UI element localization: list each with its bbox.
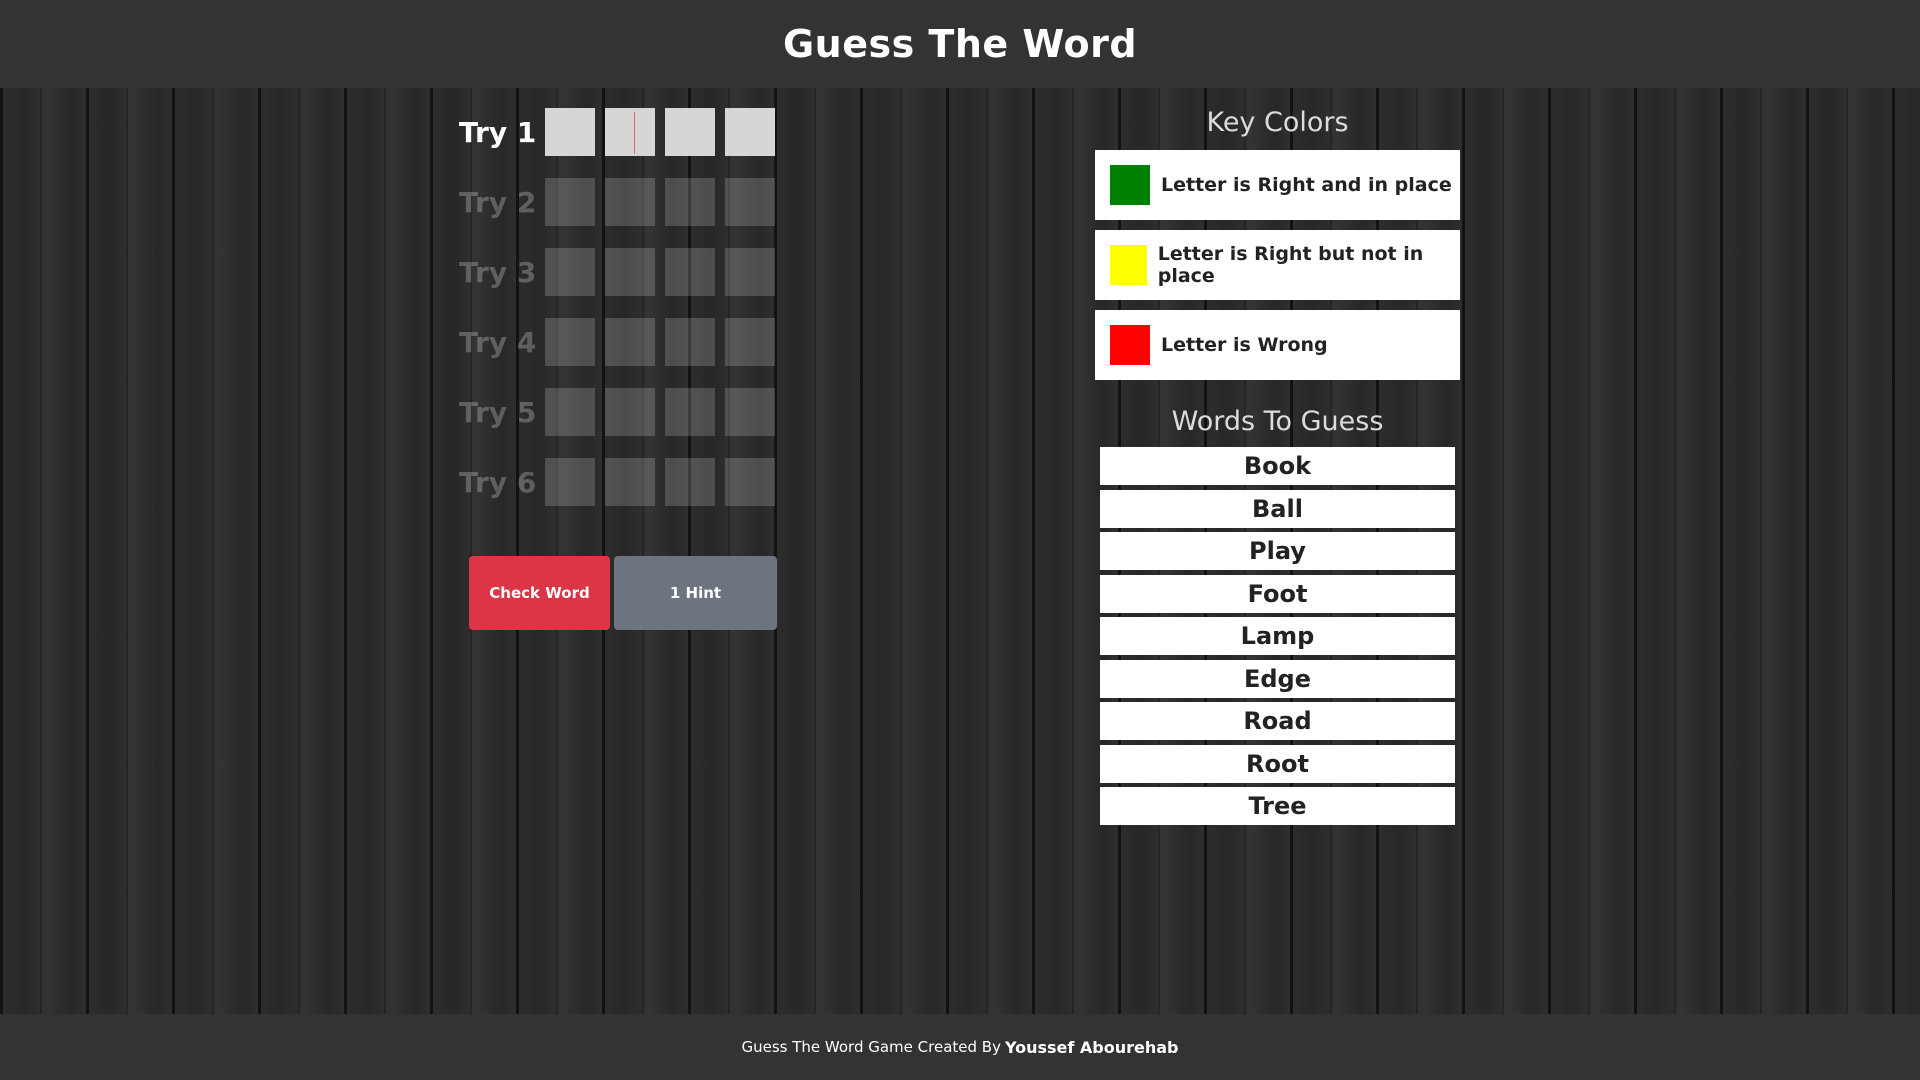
try-label: Try 4	[459, 325, 537, 359]
word-item: Play	[1100, 532, 1455, 570]
word-item: Book	[1100, 447, 1455, 485]
letter-input	[545, 178, 595, 226]
footer-author: Youssef Abourehab	[1004, 1037, 1179, 1057]
letter-input	[545, 388, 595, 436]
word-item: Foot	[1100, 574, 1455, 613]
red-swatch	[1110, 325, 1150, 365]
letter-input	[605, 388, 655, 436]
text-caret	[634, 112, 635, 154]
key-item-wrong: Letter is Wrong	[1095, 310, 1460, 380]
key-item-right-not-in-place: Letter is Right but not in place	[1095, 230, 1460, 300]
guess-area: Try 1 Try 2 Try 3 Try 4 Try 5 Try 6	[455, 106, 785, 526]
word-item: Ball	[1100, 489, 1455, 528]
letter-input[interactable]	[545, 108, 595, 156]
page-title: Guess The Word	[782, 22, 1138, 66]
try-row-2: Try 2	[455, 176, 785, 228]
letter-input	[545, 458, 595, 506]
letter-input	[545, 318, 595, 366]
key-item-right-in-place: Letter is Right and in place	[1095, 150, 1460, 220]
letter-input	[725, 178, 775, 226]
letter-input	[725, 458, 775, 506]
words-title: Words To Guess	[1171, 406, 1384, 437]
yellow-swatch	[1110, 245, 1147, 285]
word-item: Lamp	[1100, 617, 1455, 655]
page-footer: Guess The Word Game Created By Youssef A…	[0, 1014, 1920, 1080]
letter-input	[605, 318, 655, 366]
action-buttons: Check Word 1 Hint	[469, 556, 777, 630]
page-header: Guess The Word	[0, 0, 1920, 88]
letter-input[interactable]	[665, 108, 715, 156]
letter-input	[665, 318, 715, 366]
footer-text: Guess The Word Game Created By	[741, 1038, 1001, 1056]
letter-input	[725, 388, 775, 436]
word-item: Road	[1100, 702, 1455, 740]
key-colors-title: Key Colors	[1206, 107, 1349, 138]
letter-input	[665, 458, 715, 506]
green-swatch	[1110, 165, 1150, 205]
try-row-4: Try 4	[455, 316, 785, 368]
key-item-label: Letter is Right and in place	[1161, 174, 1452, 196]
try-label: Try 3	[459, 255, 537, 289]
letter-input	[665, 248, 715, 296]
word-item: Edge	[1100, 659, 1455, 698]
try-row-5: Try 5	[455, 386, 785, 438]
try-label: Try 5	[459, 395, 537, 429]
try-label: Try 1	[459, 115, 537, 149]
try-row-1: Try 1	[455, 106, 785, 158]
letter-input[interactable]	[725, 108, 775, 156]
letter-input	[605, 178, 655, 226]
key-item-label: Letter is Right but not in place	[1157, 243, 1424, 287]
letter-input	[725, 248, 775, 296]
letter-input	[665, 178, 715, 226]
letter-input	[725, 318, 775, 366]
try-row-3: Try 3	[455, 246, 785, 298]
word-item: Tree	[1100, 787, 1455, 825]
word-item: Root	[1100, 744, 1455, 783]
letter-input	[605, 248, 655, 296]
letter-input	[605, 458, 655, 506]
key-item-label: Letter is Wrong	[1161, 334, 1328, 356]
try-label: Try 2	[459, 185, 537, 219]
letter-input	[665, 388, 715, 436]
key-colors-panel: Key Colors Letter is Right and in place …	[1095, 106, 1460, 390]
letter-input[interactable]	[605, 108, 655, 156]
try-label: Try 6	[459, 465, 537, 499]
try-row-6: Try 6	[455, 456, 785, 508]
words-to-guess-panel: Words To Guess Book Ball Play Foot Lamp …	[1100, 405, 1455, 830]
letter-input	[545, 248, 595, 296]
check-word-button[interactable]: Check Word	[469, 556, 610, 630]
hint-button[interactable]: 1 Hint	[614, 556, 777, 630]
